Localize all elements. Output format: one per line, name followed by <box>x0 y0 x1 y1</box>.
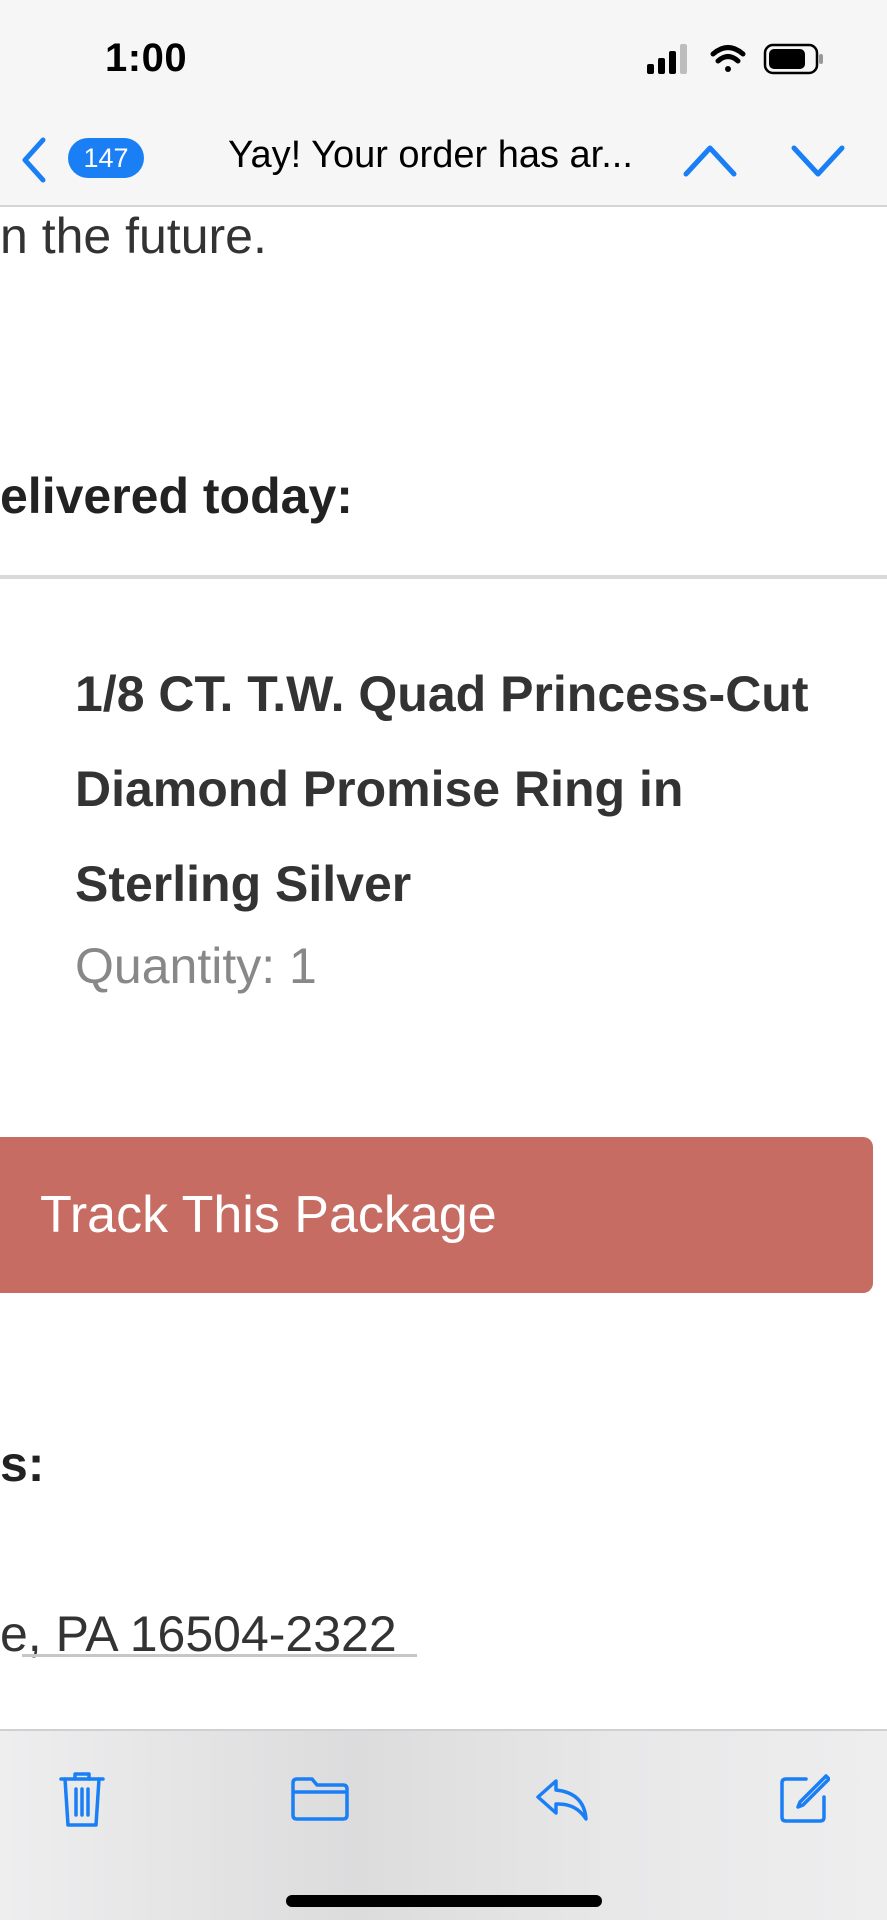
reply-icon <box>536 1779 588 1821</box>
body-text-line: n the future. <box>0 208 267 264</box>
bottom-toolbar <box>0 1729 887 1920</box>
status-time: 1:00 <box>105 36 188 80</box>
chevron-up-icon <box>683 145 737 177</box>
wifi-icon <box>710 45 746 72</box>
chevron-down-icon <box>791 145 845 177</box>
unread-count-badge[interactable]: 147 <box>68 138 144 178</box>
email-body[interactable]: n the future. elivered today: 1/8 CT. T.… <box>0 207 887 1729</box>
mail-app-screen: 1:00 147 Yay! Your order has ar... n the… <box>0 0 887 1920</box>
reply-button[interactable] <box>530 1767 594 1831</box>
message-nav-bar: 147 Yay! Your order has ar... <box>0 112 887 207</box>
chevron-left-icon <box>22 137 46 183</box>
previous-message-button[interactable] <box>682 136 738 184</box>
battery-icon <box>763 43 823 75</box>
address-heading: s: <box>0 1436 45 1492</box>
product-name: 1/8 CT. T.W. Quad Princess-Cut Diamond P… <box>75 647 887 932</box>
message-subject-title: Yay! Your order has ar... <box>228 134 633 176</box>
product-name-line: Diamond Promise Ring in <box>75 761 684 817</box>
back-button[interactable] <box>14 130 54 190</box>
cellular-signal-icon <box>647 44 687 74</box>
product-name-line: Sterling Silver <box>75 856 412 912</box>
track-package-button[interactable]: Track This Package <box>0 1137 873 1293</box>
compose-button[interactable] <box>772 1767 836 1831</box>
section-divider <box>0 575 887 579</box>
home-indicator[interactable] <box>286 1895 602 1907</box>
status-bar: 1:00 <box>0 0 887 112</box>
track-package-label: Track This Package <box>40 1186 497 1244</box>
move-to-folder-button[interactable] <box>288 1767 352 1831</box>
next-message-button[interactable] <box>790 136 846 184</box>
product-name-line: 1/8 CT. T.W. Quad Princess-Cut <box>75 666 809 722</box>
delivered-heading: elivered today: <box>0 468 353 524</box>
folder-icon <box>291 1777 349 1821</box>
trash-icon <box>59 1772 105 1827</box>
status-icons <box>645 42 825 83</box>
trash-button[interactable] <box>50 1767 114 1831</box>
product-quantity: Quantity: 1 <box>75 938 317 994</box>
compose-icon <box>780 1774 830 1823</box>
address-link-underline <box>22 1654 417 1657</box>
